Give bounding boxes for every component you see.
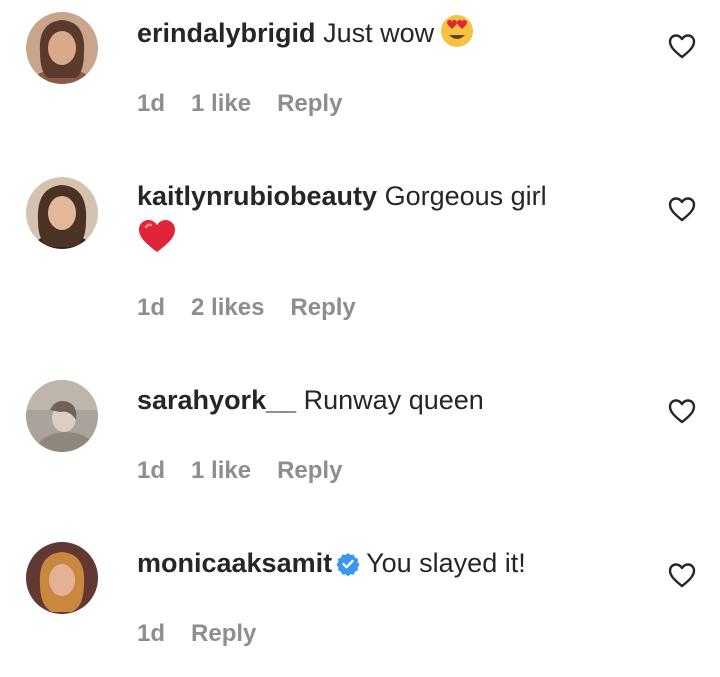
avatar[interactable] [26, 12, 98, 84]
comment-username[interactable]: monicaaksamit [137, 548, 332, 578]
heart-eyes-emoji-icon [440, 14, 474, 57]
avatar[interactable] [26, 177, 98, 249]
reply-button[interactable]: Reply [191, 620, 256, 647]
comment-meta: 1d Reply [137, 619, 282, 649]
comment-meta: 1d 1 like Reply [137, 89, 368, 119]
comment-likes[interactable]: 1 like [191, 90, 251, 117]
comment-body: Runway queen [303, 385, 484, 415]
comment-body: You slayed it! [366, 548, 526, 578]
comment-text-line: kaitlynrubiobeauty Gorgeous girl [137, 178, 547, 214]
like-heart-icon[interactable] [667, 195, 697, 223]
comment-body: Gorgeous girl [384, 181, 547, 211]
comment-text-line: erindalybrigid Just wow [137, 14, 474, 57]
reply-button[interactable]: Reply [290, 294, 355, 321]
comment-text-line: sarahyork__ Runway queen [137, 382, 484, 418]
reply-button[interactable]: Reply [277, 90, 342, 117]
comment-likes[interactable]: 2 likes [191, 294, 264, 321]
reply-button[interactable]: Reply [277, 457, 342, 484]
comment-meta: 1d 1 like Reply [137, 456, 368, 486]
verified-badge-icon [336, 549, 360, 585]
comment-text-line: monicaaksamit You slayed it! [137, 545, 526, 585]
comment-time: 1d [137, 294, 166, 321]
like-heart-icon[interactable] [667, 397, 697, 425]
comment-likes[interactable]: 1 like [191, 457, 251, 484]
comment-body: Just wow [323, 18, 435, 48]
like-heart-icon[interactable] [667, 561, 697, 589]
avatar[interactable] [26, 380, 98, 452]
comment-time: 1d [137, 620, 166, 647]
comment-username[interactable]: kaitlynrubiobeauty [137, 181, 377, 211]
comment-time: 1d [137, 90, 166, 117]
avatar[interactable] [26, 542, 98, 614]
like-heart-icon[interactable] [667, 32, 697, 60]
comment-username[interactable]: sarahyork__ [137, 385, 296, 415]
comment-meta: 1d 2 likes Reply [137, 293, 382, 323]
comment-time: 1d [137, 457, 166, 484]
comment-username[interactable]: erindalybrigid [137, 18, 316, 48]
red-heart-emoji-icon [137, 218, 177, 259]
